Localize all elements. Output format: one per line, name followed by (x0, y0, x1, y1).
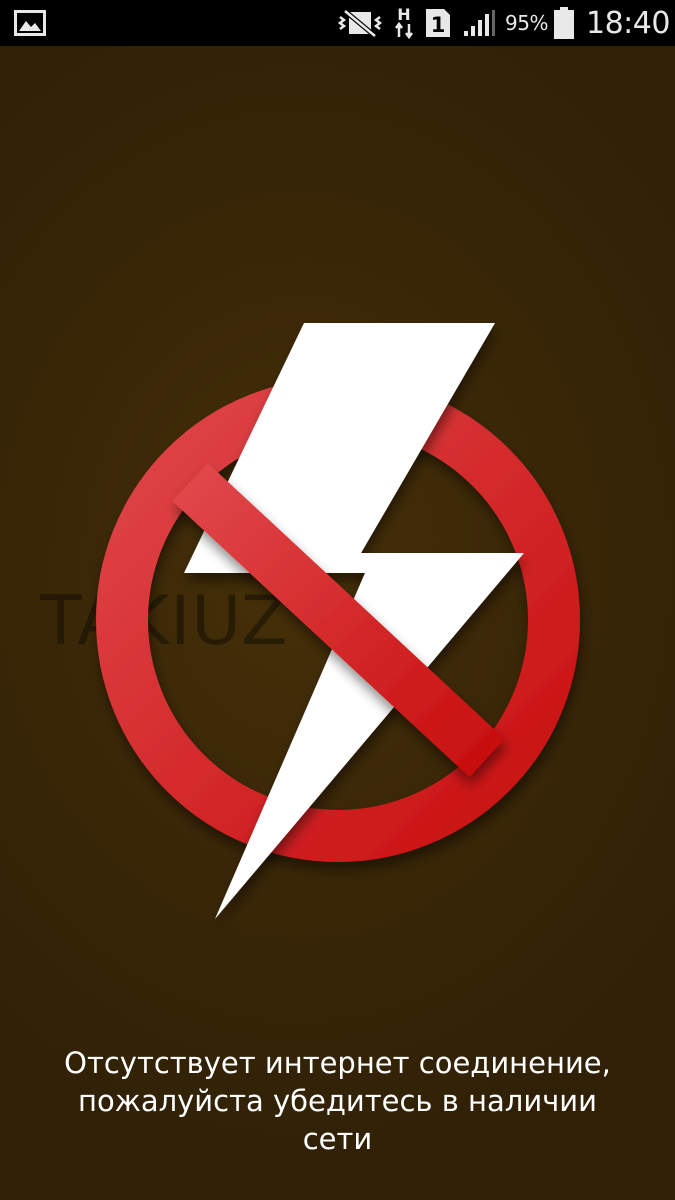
message-line: пожалуйста убедитесь в наличии (78, 1084, 597, 1118)
battery-icon (553, 0, 575, 46)
clock: 18:40 (586, 5, 670, 41)
no-connection-screen: TAKIUZ C Отсутствует интернет соединение… (0, 46, 675, 1200)
svg-text:H: H (397, 5, 410, 24)
no-power-icon (96, 323, 580, 919)
message-line: сети (302, 1122, 373, 1156)
sim-card-icon: 1 (425, 0, 451, 46)
signal-bars-icon (463, 0, 495, 46)
vibrate-mute-icon (338, 0, 382, 46)
message-line: Отсутствует интернет соединение, (64, 1046, 611, 1080)
no-internet-message: Отсутствует интернет соединение, пожалуй… (30, 1044, 645, 1158)
battery-percent: 95% (505, 11, 548, 35)
network-type-icon: H (393, 0, 415, 46)
status-bar: H 1 95% 18:40 (0, 0, 675, 46)
image-icon (14, 0, 46, 46)
svg-text:1: 1 (431, 13, 446, 37)
